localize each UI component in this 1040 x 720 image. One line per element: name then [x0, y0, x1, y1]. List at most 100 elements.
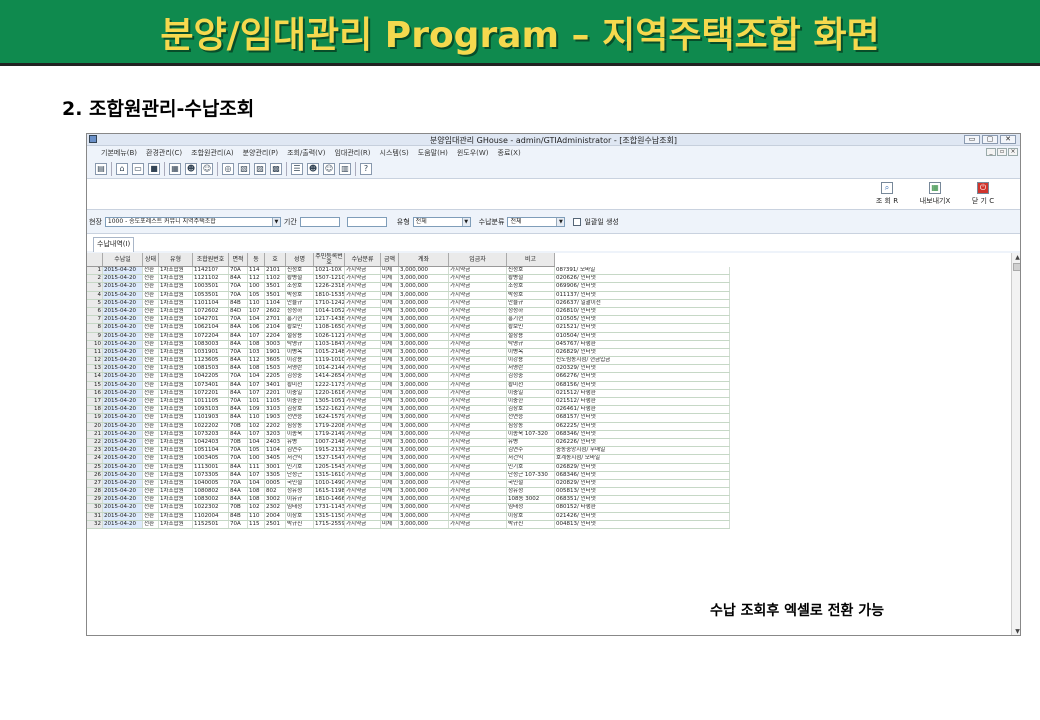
period-from-input[interactable]: [299, 216, 340, 227]
scroll-down-icon[interactable]: ▼: [1012, 627, 1020, 635]
vertical-scrollbar[interactable]: ▲ ▼: [1011, 253, 1020, 635]
folder-icon[interactable]: ▭: [132, 162, 144, 175]
scroll-thumb[interactable]: [1013, 263, 1020, 271]
menu-member[interactable]: 조합원관리(A): [191, 148, 233, 158]
column-header[interactable]: 비고: [507, 253, 555, 266]
table-row[interactable]: 18 2015-04-20 전환 1차조합원 1093103 84A 109 3103 김창호 1…: [87, 406, 730, 415]
group-icon[interactable]: ☻: [307, 162, 319, 175]
report4-icon[interactable]: ▥: [339, 162, 351, 175]
report-icon[interactable]: ▧: [238, 162, 250, 175]
people-icon[interactable]: ☺: [201, 162, 213, 175]
close-window-button[interactable]: ✕: [1000, 135, 1016, 144]
column-header[interactable]: 동: [248, 253, 265, 266]
table-cell: 010504/ 인터넷: [555, 332, 730, 340]
table-row[interactable]: 2 2015-04-20 전환 1차조합원 1121102 84A 112 1102 황병철 15…: [87, 275, 730, 284]
table-row[interactable]: 15 2015-04-20 전환 1차조합원 1073401 84A 107 3401 황미선 1…: [87, 381, 730, 390]
table-row[interactable]: 30 2015-04-20 전환 1차조합원 1022302 70B 102 2302 임태정 1…: [87, 504, 730, 513]
table-row[interactable]: 22 2015-04-20 전환 1차조합원 1042403 70B 104 2403 유병 10…: [87, 438, 730, 448]
column-header[interactable]: 수납일: [103, 253, 143, 266]
save-icon[interactable]: ■: [148, 162, 160, 175]
column-header[interactable]: 입금자: [449, 253, 507, 266]
site-select[interactable]: 1000 - 송도포레스트 커뮤니 지역주택조합 ▼: [104, 216, 281, 227]
minimize-button[interactable]: ▭: [964, 135, 980, 144]
table-row[interactable]: 11 2015-04-20 전환 1차조합원 1031901 70A 103 1901 이병옥 1…: [87, 348, 730, 358]
table-row[interactable]: 16 2015-04-20 전환 1차조합원 1072201 84A 107 2201 이충일 1…: [87, 389, 730, 398]
menu-environment[interactable]: 환경관리(C): [146, 148, 182, 158]
table-row[interactable]: 20 2015-04-20 전환 1차조합원 1022202 70B 102 2202 심상동 1…: [87, 422, 730, 431]
payment-type-select[interactable]: 전체 ▼: [507, 216, 566, 227]
table-row[interactable]: 21 2015-04-20 전환 1차조합원 1073203 84A 107 3203 이종욱 1…: [87, 430, 730, 439]
column-header[interactable]: 조합원번호: [193, 253, 229, 266]
column-header[interactable]: 계좌: [399, 253, 449, 266]
globe-icon[interactable]: ◎: [222, 162, 234, 175]
table-row[interactable]: 7 2015-04-20 전환 1차조합원 1042701 70A 104 2701 홍기현 12…: [87, 316, 730, 325]
column-header[interactable]: 유형: [159, 253, 193, 266]
chevron-down-icon[interactable]: ▼: [271, 217, 280, 226]
column-header[interactable]: 수납분류: [345, 253, 381, 266]
table-row[interactable]: 17 2015-04-20 전환 1차조합원 1011105 70A 101 1105 이충한 1…: [87, 398, 730, 407]
menu-window[interactable]: 윈도우(W): [457, 148, 489, 158]
type-select[interactable]: 전체 ▼: [412, 216, 471, 227]
maximize-button[interactable]: ▢: [982, 135, 998, 144]
table-row[interactable]: 5 2015-04-20 전환 1차조합원 1101104 84B 110 1104 안율규 17…: [87, 299, 730, 308]
table-cell: 가지약금: [449, 389, 507, 397]
search-button[interactable]: ⌕ 조 회 R: [865, 182, 909, 206]
menu-system[interactable]: 시스템(S): [380, 148, 409, 158]
table-row[interactable]: 19 2015-04-20 전환 1차조합원 1101903 84A 110 1903 전연승 1…: [87, 414, 730, 423]
mdi-restore-button[interactable]: ▫: [997, 148, 1007, 156]
table-row[interactable]: 12 2015-04-20 전환 1차조합원 1123605 84A 112 3605 이강용 1…: [87, 357, 730, 366]
menu-exit[interactable]: 종료(X): [498, 148, 521, 158]
table-row[interactable]: 28 2015-04-20 전환 1차조합원 1080802 84A 108 802 정유성 16…: [87, 488, 730, 497]
grid-icon[interactable]: ▦: [169, 162, 181, 175]
export-button[interactable]: ▦ 내보내기X: [913, 182, 957, 206]
column-header[interactable]: 상태: [143, 253, 159, 266]
mdi-minimize-button[interactable]: _: [986, 148, 996, 156]
menu-sales[interactable]: 분양관리(P): [243, 148, 278, 158]
chevron-down-icon[interactable]: ▼: [556, 217, 565, 226]
table-row[interactable]: 4 2015-04-20 전환 1차조합원 1053501 70A 105 3501 박성호 18…: [87, 291, 730, 300]
tab-payment-history[interactable]: 수납내역(I): [93, 237, 135, 252]
help-icon[interactable]: ?: [360, 162, 372, 175]
table-row[interactable]: 14 2015-04-20 전환 1차조합원 1042205 70A 104 2205 김정중 1…: [87, 373, 730, 382]
column-header[interactable]: 주민등록번호: [314, 253, 345, 266]
chevron-down-icon[interactable]: ▼: [461, 217, 470, 226]
people2-icon[interactable]: ☺: [323, 162, 335, 175]
table-row[interactable]: 23 2015-04-20 전환 1차조합원 1051104 70A 105 1104 김연수 1…: [87, 447, 730, 456]
period-to-input[interactable]: [346, 216, 387, 227]
mdi-close-button[interactable]: ×: [1008, 148, 1018, 156]
table-row[interactable]: 8 2015-04-20 전환 1차조합원 1062104 84A 106 2104 황보민 11…: [87, 324, 730, 333]
column-header[interactable]: 금액: [381, 253, 399, 266]
table-row[interactable]: 29 2015-04-20 전환 1차조합원 1083002 84A 108 3002 이유규 1…: [87, 496, 730, 505]
table-row[interactable]: 10 2015-04-20 전환 1차조합원 1083003 84A 108 3003 탁명규 1…: [87, 340, 730, 349]
doc-icon[interactable]: ▤: [95, 162, 107, 175]
table-row[interactable]: 24 2015-04-20 전환 1차조합원 1003405 70A 100 3405 서건익 1…: [87, 455, 730, 464]
table-row[interactable]: 13 2015-04-20 전환 1차조합원 1081503 84A 108 1503 서영란 1…: [87, 365, 730, 374]
table-row[interactable]: 26 2015-04-20 전환 1차조합원 1073305 84A 107 3305 단성근 1…: [87, 471, 730, 480]
home-icon[interactable]: ⌂: [116, 162, 128, 175]
table-row[interactable]: 3 2015-04-20 전환 1차조합원 1003501 70A 100 3501 조성호 12…: [87, 283, 730, 292]
table-row[interactable]: 25 2015-04-20 전환 1차조합원 1113001 84A 111 3001 민기호 1…: [87, 463, 730, 472]
type-select-value: 전체: [415, 217, 427, 225]
column-header[interactable]: 호: [265, 253, 286, 266]
menu-help[interactable]: 도움말(H): [418, 148, 448, 158]
report3-icon[interactable]: ▩: [270, 162, 282, 175]
report2-icon[interactable]: ▨: [254, 162, 266, 175]
close-button[interactable]: ⏻ 닫 기 C: [961, 182, 1005, 206]
menu-report[interactable]: 조회/출력(V): [287, 148, 325, 158]
table-row[interactable]: 6 2015-04-20 전환 1차조합원 1072602 84D 107 2602 정성하 10…: [87, 307, 730, 317]
table-row[interactable]: 1 2015-04-20 전환 1차조합원 114210? 70A 114 2101 신성호 10…: [87, 267, 730, 276]
table-row[interactable]: 27 2015-04-20 전환 1차조합원 1040005 70A 104 0005 국민철 1…: [87, 479, 730, 489]
table-row[interactable]: 32 2015-04-20 전환 1차조합원 1152501 70A 115 2501 박규진 1…: [87, 520, 730, 529]
column-header[interactable]: 성명: [286, 253, 314, 266]
column-header[interactable]: 면적: [229, 253, 248, 266]
bulk-date-checkbox[interactable]: [573, 217, 582, 226]
table-row[interactable]: 31 2015-04-20 전환 1차조합원 1102004 84B 110 2004 이창호 1…: [87, 512, 730, 521]
scroll-up-icon[interactable]: ▲: [1012, 253, 1020, 263]
list-icon[interactable]: ☰: [291, 162, 303, 175]
table-cell: 정성하: [507, 307, 555, 316]
table-cell: 가지약금: [345, 267, 381, 275]
menu-basic[interactable]: 기본메뉴(B): [101, 148, 137, 158]
table-row[interactable]: 9 2015-04-20 전환 1차조합원 1072204 84A 107 2204 설창용 10…: [87, 332, 730, 341]
menu-lease[interactable]: 임대관리(R): [334, 148, 370, 158]
users-icon[interactable]: ☻: [185, 162, 197, 175]
